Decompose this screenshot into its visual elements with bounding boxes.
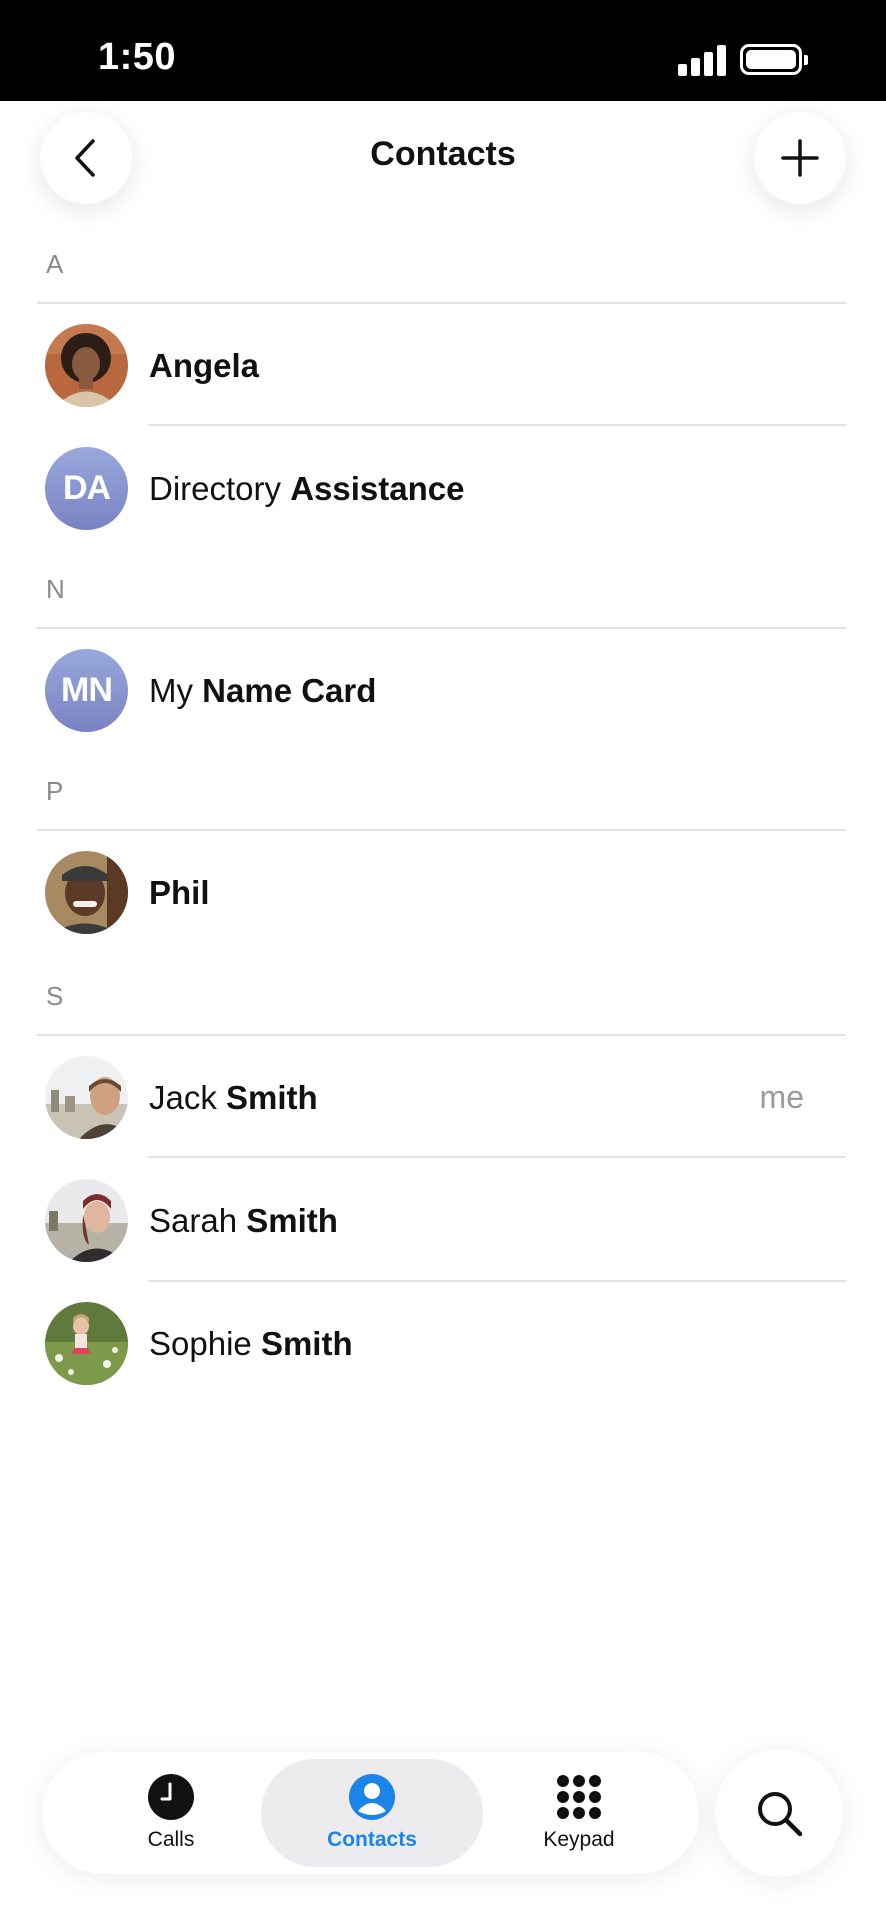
contact-name: Sophie Smith (149, 1325, 353, 1362)
search-icon (758, 1792, 803, 1837)
avatar-photo (45, 1056, 128, 1139)
status-bar: 1:50 (0, 0, 886, 101)
contact-row-sophie-smith[interactable]: Sophie Smith (0, 1293, 886, 1393)
status-time: 1:50 (98, 36, 177, 78)
row-divider (148, 1156, 846, 1158)
tab-label: Keypad (543, 1828, 615, 1851)
contact-row-directory-assistance[interactable]: DA Directory Assistance (0, 438, 886, 538)
avatar-photo (45, 1302, 128, 1385)
person-icon (349, 1774, 395, 1820)
contact-row-my-name-card[interactable]: MN My Name Card (0, 640, 886, 740)
row-divider (148, 1280, 846, 1282)
clock-icon (148, 1774, 194, 1820)
contact-row-jack-smith[interactable]: Jack Smith me (0, 1047, 886, 1147)
add-contact-button[interactable] (754, 112, 846, 204)
section-divider (37, 1034, 846, 1036)
tab-keypad[interactable]: Keypad (499, 1759, 659, 1867)
tab-contacts[interactable]: Contacts (261, 1759, 483, 1867)
avatar-initials: DA (45, 447, 128, 530)
contact-row-phil[interactable]: Phil (0, 842, 886, 942)
section-divider (37, 627, 846, 629)
tab-label: Contacts (327, 1828, 417, 1851)
contact-name: Angela (149, 347, 260, 384)
section-header-a: A (46, 249, 64, 279)
signal-icon (678, 44, 726, 76)
me-tag: me (759, 1079, 804, 1115)
contact-name: Jack Smith (149, 1079, 318, 1116)
section-divider (37, 302, 846, 304)
contact-name: My Name Card (149, 672, 377, 709)
tab-bar: Calls Contacts Keypad (42, 1752, 699, 1874)
section-header-p: P (46, 776, 64, 806)
header: Contacts (0, 101, 886, 251)
battery-icon (740, 44, 808, 75)
contact-row-sarah-smith[interactable]: Sarah Smith (0, 1170, 886, 1270)
plus-icon (781, 139, 819, 177)
search-button[interactable] (715, 1749, 843, 1877)
tab-label: Calls (147, 1828, 195, 1851)
contact-name: Directory Assistance (149, 470, 465, 507)
section-header-n: N (46, 574, 65, 604)
avatar-initials: MN (45, 649, 128, 732)
contact-name: Sarah Smith (149, 1202, 338, 1239)
avatar-photo (45, 1179, 128, 1262)
tab-calls[interactable]: Calls (91, 1759, 251, 1867)
row-divider (148, 424, 846, 426)
contact-row-angela[interactable]: Angela (0, 315, 886, 415)
avatar-photo (45, 324, 128, 407)
keypad-icon (557, 1775, 601, 1819)
section-divider (37, 829, 846, 831)
avatar-photo (45, 851, 128, 934)
section-header-s: S (46, 981, 64, 1011)
contact-name: Phil (149, 874, 210, 911)
